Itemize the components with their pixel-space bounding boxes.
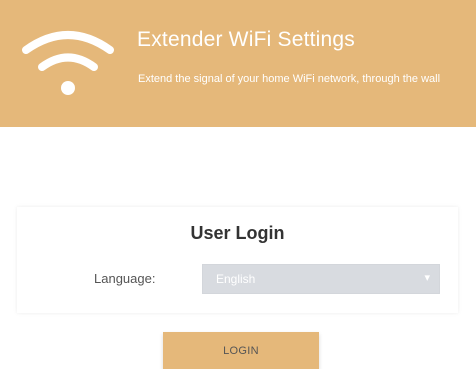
wifi-icon — [22, 31, 114, 95]
up-down-arrows-icon: ▾ — [424, 272, 430, 284]
header-banner: Extender WiFi Settings Extend the signal… — [0, 0, 476, 127]
login-button[interactable]: LOGIN — [163, 332, 319, 369]
login-panel: User Login Language: English ▾ — [17, 207, 458, 313]
language-select[interactable]: English ▾ — [202, 264, 440, 294]
language-selected-value: English — [216, 272, 256, 286]
page-description: Extend the signal of your home WiFi netw… — [138, 73, 441, 85]
page-title: Extender WiFi Settings — [137, 28, 355, 51]
language-label: Language: — [94, 271, 156, 286]
login-title: User Login — [190, 223, 285, 243]
